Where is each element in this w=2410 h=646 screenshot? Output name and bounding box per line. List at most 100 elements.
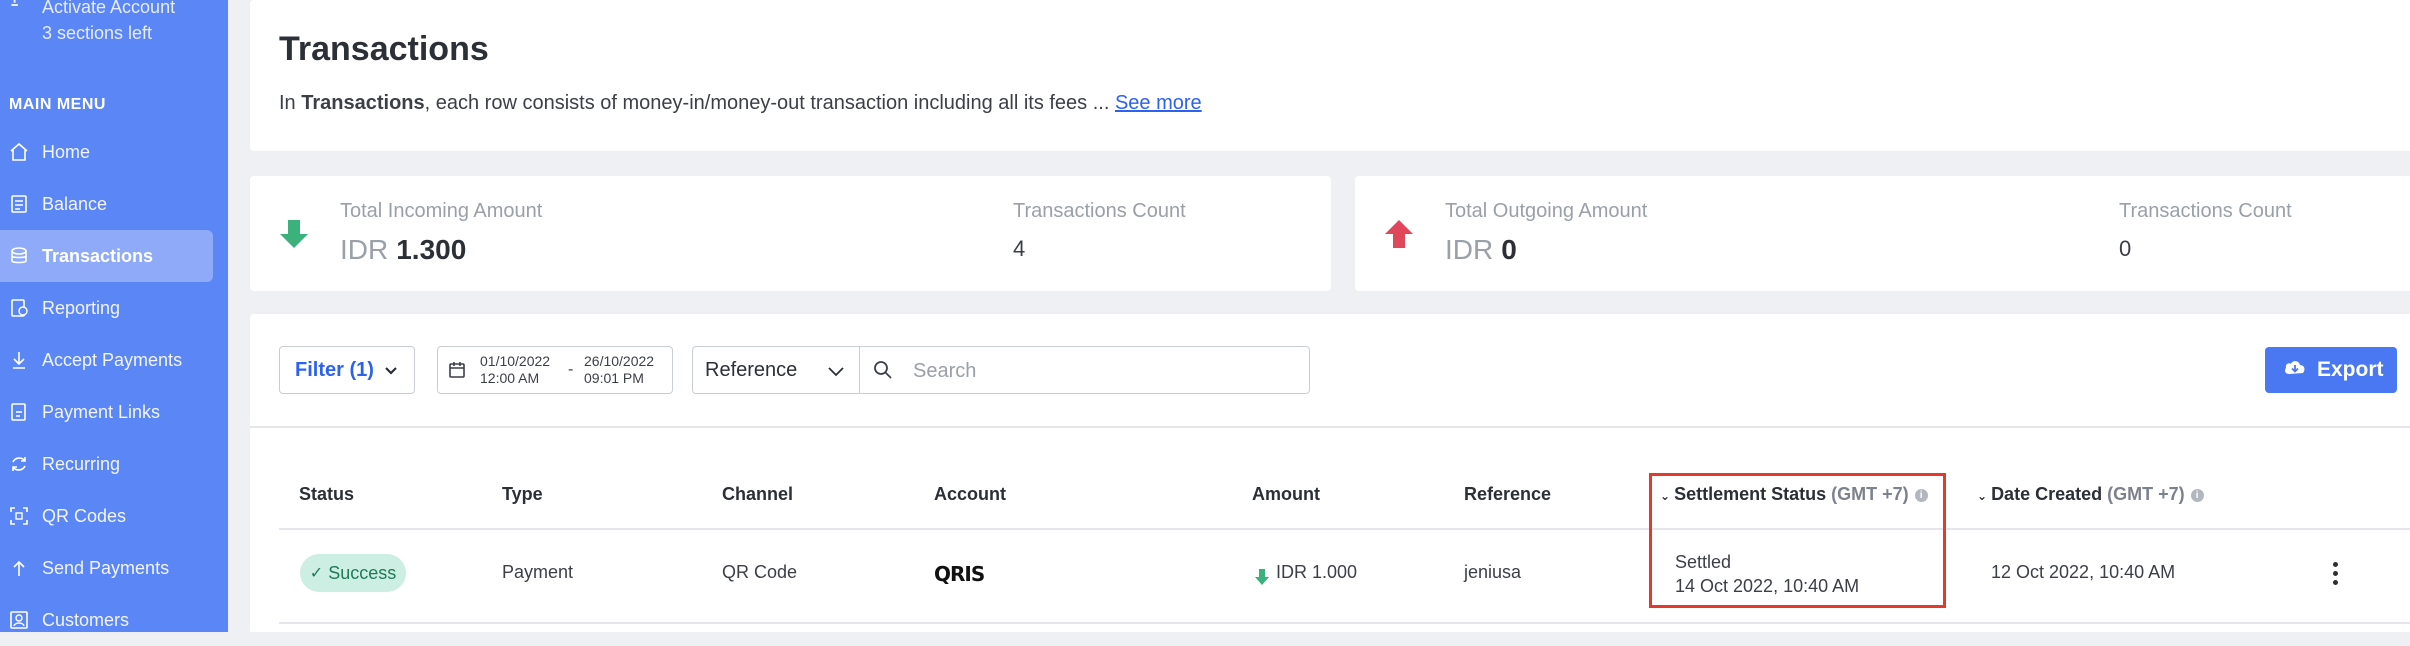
cell-date-created: 12 Oct 2022, 10:40 AM — [1991, 562, 2176, 582]
incoming-summary-card: Total Incoming Amount IDR 1.300 Transacti… — [250, 176, 1331, 291]
calendar-icon — [448, 361, 466, 382]
cell-reference: jeniusa — [1464, 562, 1522, 582]
more-options-icon[interactable] — [2323, 562, 2347, 590]
recurring-icon — [8, 453, 30, 475]
desc-suffix: , each row consists of money-in/money-ou… — [424, 92, 1115, 114]
search-box — [859, 346, 1310, 394]
outgoing-summary-card: Total Outgoing Amount IDR 0 Transactions … — [1355, 176, 2410, 291]
activate-subtitle: 3 sections left — [42, 23, 153, 43]
status-text: Success — [328, 562, 397, 583]
cell-type: Payment — [502, 562, 574, 582]
incoming-currency: IDR — [340, 234, 389, 265]
filter-label: Filter (1) — [295, 358, 374, 381]
date-from-time: 12:00 AM — [480, 370, 540, 386]
payment-links-icon — [8, 401, 30, 423]
incoming-amount: IDR 1.300 — [340, 234, 466, 266]
desc-bold: Transactions — [301, 92, 425, 114]
sidebar-item-payment-links[interactable]: Payment Links — [0, 386, 228, 438]
settlement-timezone: (GMT +7) — [1831, 484, 1909, 504]
search-field-value: Reference — [705, 358, 798, 381]
arrow-down-icon — [276, 216, 312, 252]
search-field-select[interactable]: Reference — [692, 346, 860, 394]
reporting-icon — [8, 297, 30, 319]
accept-payments-icon — [8, 349, 30, 371]
sidebar-item-label: Accept Payments — [42, 349, 183, 370]
page-title: Transactions — [279, 30, 489, 68]
divider — [279, 528, 2410, 530]
incoming-count: 4 — [1013, 236, 1026, 261]
activate-icon — [8, 0, 30, 23]
sidebar-item-label: Send Payments — [42, 557, 170, 578]
outgoing-value: 0 — [1501, 234, 1517, 265]
sidebar-item-label: Customers — [42, 609, 130, 630]
transactions-icon — [8, 245, 30, 267]
outgoing-count: 0 — [2119, 236, 2132, 261]
chevron-down-icon — [384, 359, 398, 382]
date-range-picker[interactable]: 01/10/2022 12:00 AM - 26/10/2022 09:01 P… — [437, 346, 673, 394]
main-menu-title: MAIN MENU — [9, 96, 106, 113]
column-date-created[interactable]: ⌄ Date Created (GMT +7) i — [1977, 484, 2204, 505]
sidebar-item-label: Payment Links — [42, 401, 161, 422]
divider — [250, 426, 2410, 428]
sort-chevron-icon: ⌄ — [1660, 489, 1671, 503]
status-badge: ✓ Success — [300, 554, 406, 592]
settlement-header-label: Settlement Status — [1674, 484, 1827, 504]
search-input[interactable] — [911, 355, 1295, 387]
incoming-count-label: Transactions Count — [1013, 200, 1186, 222]
column-channel: Channel — [722, 484, 794, 504]
sidebar-item-home[interactable]: Home — [0, 126, 228, 178]
home-icon — [8, 141, 30, 163]
date-created-timezone: (GMT +7) — [2107, 484, 2185, 504]
cloud-download-icon — [2283, 358, 2307, 382]
sidebar-item-transactions[interactable]: Transactions — [0, 230, 213, 282]
activate-account[interactable]: Activate Account 3 sections left — [11, 0, 176, 46]
info-icon[interactable]: i — [1914, 488, 1928, 502]
info-icon[interactable]: i — [2190, 488, 2204, 502]
sidebar-item-label: Reporting — [42, 297, 121, 318]
sidebar-item-recurring[interactable]: Recurring — [0, 438, 228, 490]
column-status: Status — [299, 484, 355, 504]
sidebar-item-reporting[interactable]: Reporting — [0, 282, 228, 334]
date-to: 26/10/2022 09:01 PM — [584, 353, 654, 387]
column-type: Type — [502, 484, 543, 504]
sidebar-item-customers[interactable]: Customers — [0, 594, 228, 646]
date-separator: - — [568, 361, 574, 378]
qris-logo: QRIS — [934, 562, 985, 586]
page-header: Transactions In Transactions, each row c… — [250, 0, 2410, 151]
outgoing-label: Total Outgoing Amount — [1445, 200, 1648, 222]
desc-prefix: In — [279, 92, 302, 114]
search-icon — [873, 360, 893, 385]
export-button[interactable]: Export — [2265, 347, 2397, 393]
column-settlement-status[interactable]: ⌄ Settlement Status (GMT +7) i — [1660, 484, 1928, 505]
cell-settlement-status: Settled — [1675, 552, 1732, 572]
date-from-date: 01/10/2022 — [480, 353, 551, 369]
sidebar-item-label: Home — [42, 141, 91, 162]
see-more-link[interactable]: See more — [1115, 92, 1202, 114]
page-description: In Transactions, each row consists of mo… — [279, 92, 1202, 115]
column-reference: Reference — [1464, 484, 1552, 504]
send-payments-icon — [8, 557, 30, 579]
export-label: Export — [2317, 358, 2384, 381]
date-to-date: 26/10/2022 — [584, 353, 655, 369]
activate-title: Activate Account — [42, 0, 176, 17]
arrow-up-icon — [1381, 216, 1417, 252]
date-from: 01/10/2022 12:00 AM — [480, 353, 550, 387]
outgoing-amount: IDR 0 — [1445, 234, 1517, 266]
sidebar-item-balance[interactable]: Balance — [0, 178, 228, 230]
cell-settlement-date: 14 Oct 2022, 10:40 AM — [1675, 576, 1860, 596]
sidebar-item-send-payments[interactable]: Send Payments — [0, 542, 228, 594]
sidebar-item-qr-codes[interactable]: QR Codes — [0, 490, 228, 542]
divider — [279, 622, 2410, 624]
qr-code-icon — [8, 505, 30, 527]
sidebar-item-accept-payments[interactable]: Accept Payments — [0, 334, 228, 386]
chevron-down-icon — [827, 361, 845, 384]
filter-button[interactable]: Filter (1) — [279, 346, 415, 394]
sidebar-item-label: Transactions — [42, 245, 154, 266]
date-to-time: 09:01 PM — [584, 370, 644, 386]
sidebar: Activate Account 3 sections left MAIN ME… — [0, 0, 228, 632]
sidebar-item-label: Recurring — [42, 453, 121, 474]
check-icon: ✓ — [309, 565, 324, 582]
sidebar-nav: Home Balance Transactions Reporting Acce… — [0, 126, 228, 646]
balance-icon — [8, 193, 30, 215]
cell-channel: QR Code — [722, 562, 798, 582]
